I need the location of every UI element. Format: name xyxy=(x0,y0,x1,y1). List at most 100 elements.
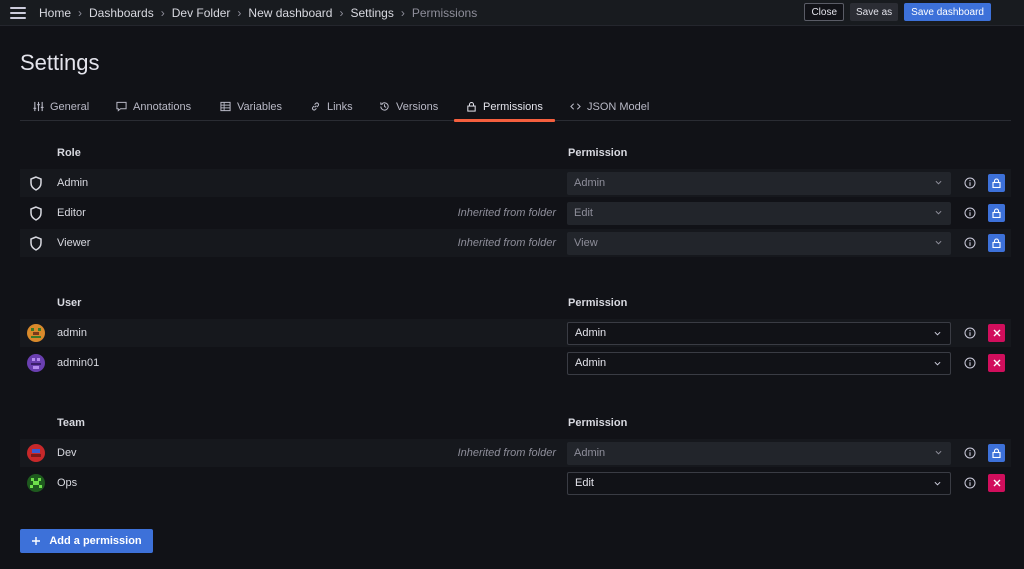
lock-icon xyxy=(992,238,1001,248)
comment-icon xyxy=(116,101,127,112)
user-column-header: User xyxy=(57,297,82,309)
tab-variables[interactable]: Variables xyxy=(220,93,282,120)
breadcrumb-current: Permissions xyxy=(411,5,478,20)
close-icon xyxy=(993,329,1000,337)
locked-button[interactable] xyxy=(988,444,1005,462)
avatar xyxy=(27,474,45,492)
breadcrumb-dashboards[interactable]: Dashboards xyxy=(89,6,154,20)
settings-tabs: General Annotations Variables Links Vers… xyxy=(20,93,1011,122)
breadcrumb-separator: › xyxy=(237,5,242,20)
team-row-dev: Dev Inherited from folder Admin xyxy=(20,439,1011,467)
lock-icon xyxy=(992,178,1001,188)
permission-select: Admin xyxy=(567,441,951,465)
breadcrumb-home[interactable]: Home xyxy=(39,6,71,20)
page-title: Settings xyxy=(20,50,100,75)
tab-label: Permissions xyxy=(483,100,543,113)
code-brackets-icon xyxy=(570,103,581,110)
permission-value: Edit xyxy=(575,477,594,489)
tab-versions[interactable]: Versions xyxy=(379,93,438,120)
add-permission-button[interactable]: Add a permission xyxy=(20,529,153,553)
chevron-down-icon xyxy=(934,331,941,336)
team-row-ops: Ops Edit xyxy=(20,469,1011,497)
chevron-down-icon xyxy=(934,481,941,486)
breadcrumb-separator: › xyxy=(339,5,344,20)
tab-label: Annotations xyxy=(133,100,192,113)
shield-icon xyxy=(27,174,45,192)
role-name: Viewer xyxy=(57,237,91,249)
link-icon xyxy=(311,102,320,111)
permission-value: View xyxy=(574,237,598,249)
permission-select: Admin xyxy=(567,171,951,195)
info-icon[interactable] xyxy=(964,327,976,339)
breadcrumb-dashboard[interactable]: New dashboard xyxy=(248,6,332,20)
chevron-down-icon xyxy=(935,210,942,215)
lock-icon xyxy=(992,448,1001,458)
history-icon xyxy=(380,102,389,111)
user-name: admin01 xyxy=(57,357,100,369)
info-icon[interactable] xyxy=(964,237,976,249)
save-dashboard-button[interactable]: Save dashboard xyxy=(904,3,991,21)
info-icon[interactable] xyxy=(964,177,976,189)
tab-annotations[interactable]: Annotations xyxy=(116,93,191,120)
avatar xyxy=(27,444,45,462)
locked-button[interactable] xyxy=(988,204,1005,222)
tab-permissions[interactable]: Permissions xyxy=(454,93,555,122)
locked-button[interactable] xyxy=(988,234,1005,252)
user-name: admin xyxy=(57,327,87,339)
tab-general[interactable]: General xyxy=(33,93,89,120)
role-row-viewer: Viewer Inherited from folder View xyxy=(20,229,1011,257)
permission-value: Admin xyxy=(575,357,607,369)
remove-button[interactable] xyxy=(988,354,1005,372)
team-name: Ops xyxy=(57,477,78,489)
tab-label: Versions xyxy=(396,100,439,113)
tab-json-model[interactable]: JSON Model xyxy=(570,93,649,120)
lock-icon xyxy=(992,208,1001,218)
inherited-label: Inherited from folder xyxy=(457,207,556,219)
breadcrumb-separator: › xyxy=(78,5,83,20)
inherited-label: Inherited from folder xyxy=(457,237,556,249)
locked-button[interactable] xyxy=(988,174,1005,192)
close-button[interactable]: Close xyxy=(804,3,845,21)
role-name: Editor xyxy=(57,207,86,219)
plus-icon xyxy=(32,537,41,545)
info-icon[interactable] xyxy=(964,207,976,219)
shield-icon xyxy=(27,204,45,222)
info-icon[interactable] xyxy=(964,477,976,489)
breadcrumb-folder[interactable]: Dev Folder xyxy=(172,6,231,20)
permission-value: Edit xyxy=(574,207,593,219)
avatar xyxy=(27,324,45,342)
tab-label: Variables xyxy=(237,100,283,113)
permission-column-header: Permission xyxy=(568,417,628,429)
inherited-label: Inherited from folder xyxy=(457,447,556,459)
remove-button[interactable] xyxy=(988,474,1005,492)
permission-value: Admin xyxy=(575,327,607,339)
save-as-button[interactable]: Save as xyxy=(850,3,899,21)
permission-value: Admin xyxy=(574,447,606,459)
breadcrumb-settings[interactable]: Settings xyxy=(350,6,393,20)
permission-select[interactable]: Admin xyxy=(567,351,951,375)
lock-icon xyxy=(467,101,476,112)
hamburger-menu-icon[interactable] xyxy=(10,6,26,19)
info-icon[interactable] xyxy=(964,447,976,459)
team-name: Dev xyxy=(57,447,77,459)
breadcrumb-separator: › xyxy=(160,5,165,20)
top-navbar: Home › Dashboards › Dev Folder › New das… xyxy=(0,0,1024,26)
sliders-icon xyxy=(33,101,44,112)
role-row-admin: Admin Admin xyxy=(20,169,1011,197)
shield-icon xyxy=(27,234,45,252)
chevron-down-icon xyxy=(935,180,942,185)
close-icon xyxy=(993,479,1000,487)
chevron-down-icon xyxy=(935,450,942,455)
chevron-down-icon xyxy=(935,240,942,245)
permission-select[interactable]: Admin xyxy=(567,321,951,345)
add-permission-label: Add a permission xyxy=(49,535,142,547)
tab-links[interactable]: Links xyxy=(310,93,353,120)
permission-value: Admin xyxy=(574,177,606,189)
remove-button[interactable] xyxy=(988,324,1005,342)
permission-select[interactable]: Edit xyxy=(567,471,951,495)
tab-label: JSON Model xyxy=(587,100,650,113)
info-icon[interactable] xyxy=(964,357,976,369)
role-name: Admin xyxy=(57,177,89,189)
user-row-admin01: admin01 Admin xyxy=(20,349,1011,377)
tab-label: General xyxy=(50,100,90,113)
